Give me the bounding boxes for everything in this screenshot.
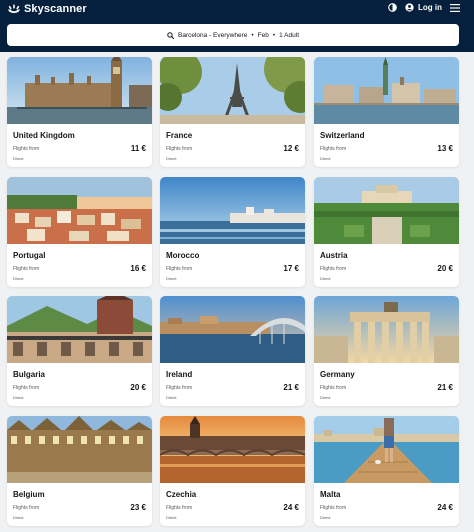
destination-photo: [7, 177, 152, 244]
search-date: Feb: [257, 31, 269, 39]
direct-label: Direct: [166, 156, 177, 161]
direct-label: Direct: [320, 515, 331, 520]
destination-name: Belgium: [13, 490, 45, 499]
direct-label: Direct: [13, 515, 24, 520]
destination-name: Malta: [320, 490, 341, 499]
destination-photo: [314, 296, 459, 363]
destination-photo: [160, 177, 305, 244]
direct-label: Direct: [13, 276, 24, 281]
destination-name: United Kingdom: [13, 131, 75, 140]
menu-icon[interactable]: [450, 3, 460, 12]
destination-photo: [314, 57, 459, 124]
flights-from-label: Flights from: [166, 505, 193, 511]
destination-price: 21 €: [283, 383, 299, 392]
direct-label: Direct: [166, 515, 177, 520]
flights-from-label: Flights from: [13, 146, 40, 152]
destination-card-switzerland[interactable]: Switzerland Flights from 13 € Direct: [314, 57, 459, 167]
destination-name: Austria: [320, 251, 348, 260]
destination-price: 20 €: [437, 264, 453, 273]
flights-from-label: Flights from: [320, 385, 347, 391]
destination-card-germany[interactable]: Germany Flights from 21 € Direct: [314, 296, 459, 406]
destination-card-malta[interactable]: Malta Flights from 24 € Direct: [314, 416, 459, 526]
destination-name: Portugal: [13, 251, 46, 260]
destination-photo: [7, 416, 152, 483]
destination-card-portugal[interactable]: Portugal Flights from 16 € Direct: [7, 177, 152, 287]
flights-from-label: Flights from: [13, 505, 40, 511]
search-travellers: 1 Adult: [279, 31, 300, 39]
destination-photo: [160, 57, 305, 124]
search-route: Barcelona - Everywhere: [177, 31, 248, 39]
direct-label: Direct: [13, 395, 24, 400]
flights-from-label: Flights from: [320, 505, 347, 511]
direct-label: Direct: [166, 395, 177, 400]
destination-card-united-kingdom[interactable]: United Kingdom Flights from 11 € Direct: [7, 57, 152, 167]
login-button[interactable]: Log in: [405, 3, 442, 12]
destination-price: 24 €: [437, 503, 453, 512]
destination-photo: [314, 177, 459, 244]
destination-price: 21 €: [437, 383, 453, 392]
user-icon: [405, 3, 414, 12]
destination-price: 20 €: [130, 383, 146, 392]
search-summary-bar[interactable]: Barcelona - Everywhere • Feb • 1 Adult: [7, 24, 459, 46]
destination-card-austria[interactable]: Austria Flights from 20 € Direct: [314, 177, 459, 287]
destination-price: 23 €: [130, 503, 146, 512]
flights-from-label: Flights from: [13, 385, 40, 391]
direct-label: Direct: [166, 276, 177, 281]
destination-photo: [7, 296, 152, 363]
direct-label: Direct: [13, 156, 24, 161]
destination-price: 17 €: [283, 264, 299, 273]
destination-photo: [7, 57, 152, 124]
flights-from-label: Flights from: [13, 266, 40, 272]
direct-label: Direct: [320, 276, 331, 281]
flights-from-label: Flights from: [320, 266, 347, 272]
flights-from-label: Flights from: [166, 146, 193, 152]
destination-name: France: [166, 131, 193, 140]
destination-card-czechia[interactable]: Czechia Flights from 24 € Direct: [160, 416, 305, 526]
skyscanner-logo[interactable]: Skyscanner: [7, 3, 87, 15]
flights-from-label: Flights from: [320, 146, 347, 152]
destination-name: Bulgaria: [13, 370, 46, 379]
destination-price: 24 €: [283, 503, 299, 512]
login-label: Log in: [418, 3, 442, 12]
destination-name: Switzerland: [320, 131, 365, 140]
destination-price: 12 €: [283, 144, 299, 153]
separator-dot: •: [272, 31, 276, 39]
destination-name: Ireland: [166, 370, 193, 379]
destination-name: Germany: [320, 370, 355, 379]
theme-toggle-icon[interactable]: [388, 3, 397, 12]
flights-from-label: Flights from: [166, 266, 193, 272]
destination-card-morocco[interactable]: Morocco Flights from 17 € Direct: [160, 177, 305, 287]
destination-photo: [314, 416, 459, 483]
separator-dot: •: [251, 31, 254, 39]
direct-label: Direct: [320, 156, 331, 161]
destination-card-bulgaria[interactable]: Bulgaria Flights from 20 € Direct: [7, 296, 152, 406]
destination-price: 16 €: [130, 264, 146, 273]
skyscanner-sun-icon: [8, 4, 20, 13]
destination-name: Czechia: [166, 490, 197, 499]
destination-card-belgium[interactable]: Belgium Flights from 23 € Direct: [7, 416, 152, 526]
destination-photo: [160, 296, 305, 363]
brand-name: Skyscanner: [24, 3, 87, 15]
flights-from-label: Flights from: [166, 385, 193, 391]
destination-card-france[interactable]: France Flights from 12 € Direct: [160, 57, 305, 167]
destination-name: Morocco: [166, 251, 200, 260]
search-icon: [167, 31, 174, 39]
destination-price: 13 €: [437, 144, 453, 153]
destination-photo: [160, 416, 305, 483]
direct-label: Direct: [320, 395, 331, 400]
destination-card-ireland[interactable]: Ireland Flights from 21 € Direct: [160, 296, 305, 406]
destination-price: 11 €: [130, 144, 146, 153]
